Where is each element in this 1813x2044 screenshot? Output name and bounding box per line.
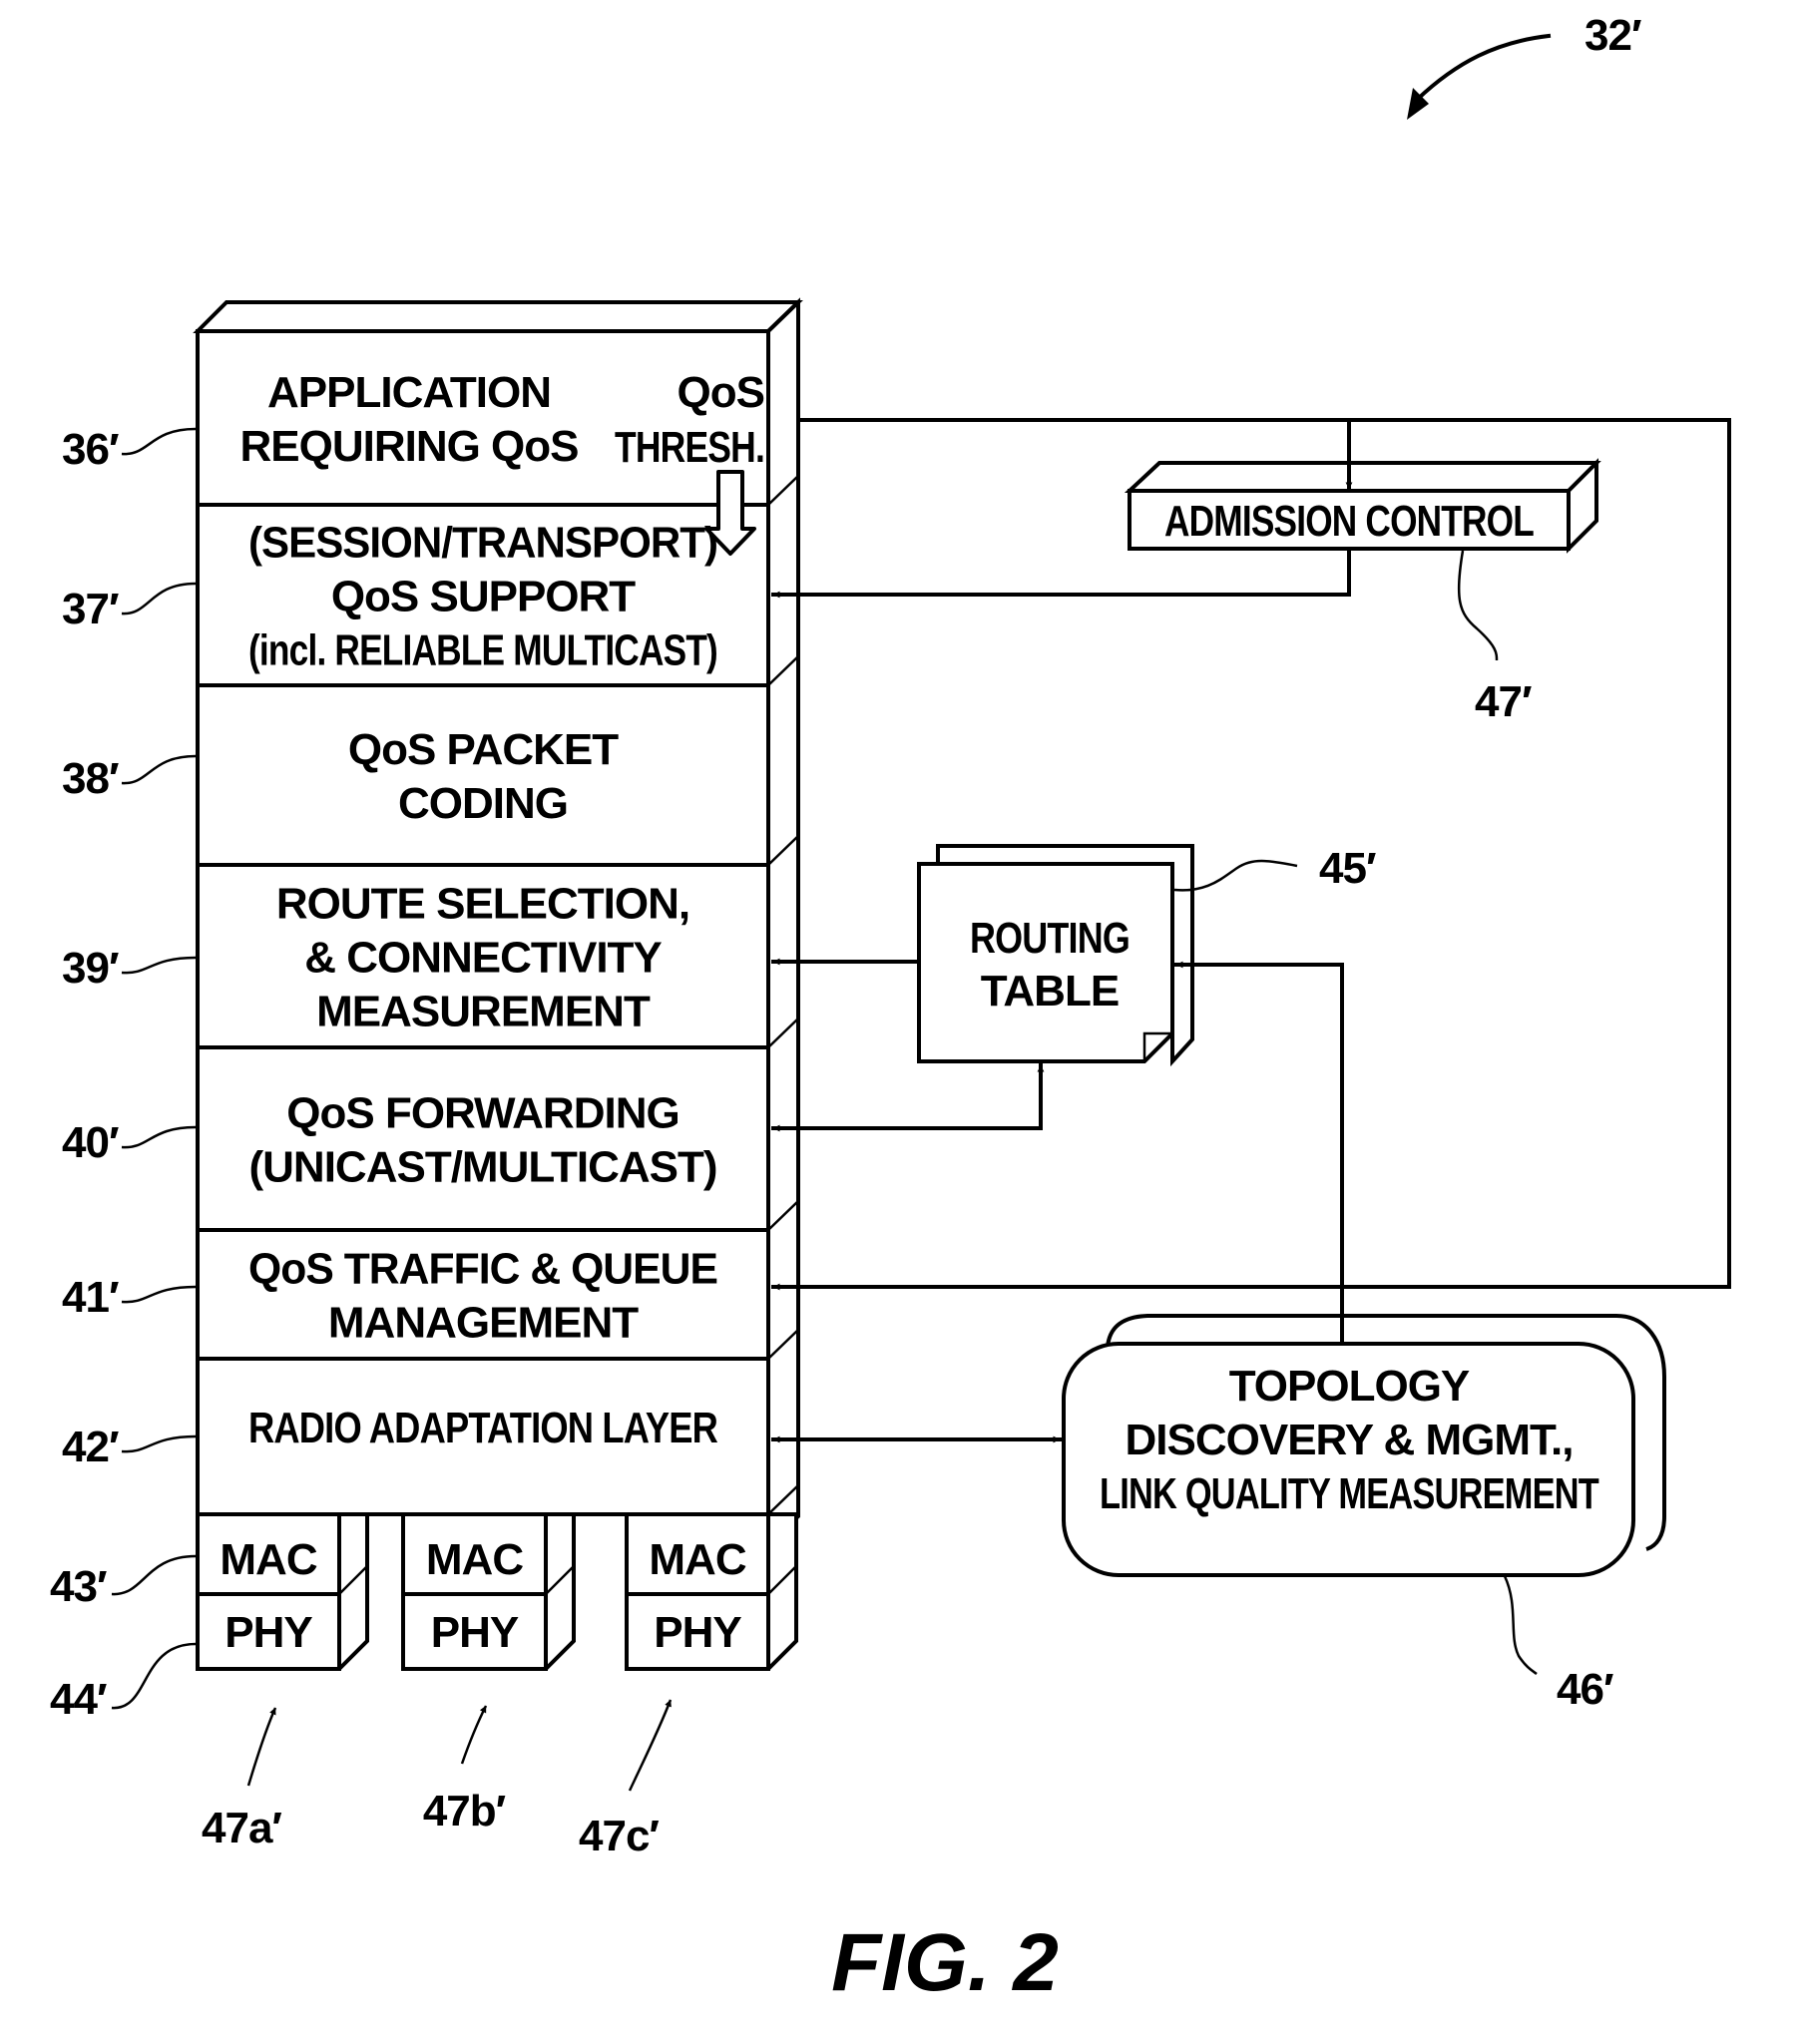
iface-c-arrow-icon [628, 1699, 673, 1792]
mac-label: MAC [220, 1535, 316, 1584]
topology-label-line-1: TOPOLOGY [1229, 1362, 1470, 1411]
layer-label-line: MANAGEMENT [328, 1299, 639, 1348]
layer-ref-label: 36′ [62, 425, 119, 474]
figure-title: FIG. 2 [831, 1917, 1059, 2008]
figure-ref-label: 32′ [1585, 11, 1641, 60]
layer-ref-label: 41′ [62, 1273, 119, 1322]
interface-ref-label: 47b′ [423, 1787, 506, 1836]
layer-ref-leader [121, 956, 197, 975]
layer-label-line: QoS SUPPORT [331, 573, 636, 621]
layer-label-line: QoS PACKET [348, 725, 619, 774]
phy-label: PHY [431, 1608, 519, 1657]
protocol-stack-diagram: 32′ APPLICATION REQUIRING QoS QoS THRESH. 36… [50, 11, 1731, 2008]
iface-a-arrow-icon [246, 1707, 277, 1787]
layer-label-line: QoS TRAFFIC & QUEUE [248, 1245, 717, 1294]
layer-label-line: MEASUREMENT [316, 988, 651, 1036]
topology-ref-label: 46′ [1557, 1665, 1613, 1714]
layer-ref-label: 40′ [62, 1118, 119, 1167]
mac-ref-leader [111, 1554, 197, 1596]
phy-label: PHY [654, 1608, 741, 1657]
figure-ref-arrow-icon [1414, 33, 1552, 103]
layer-label-line: REQUIRING QoS [239, 422, 578, 471]
mac-ref-label: 43′ [50, 1562, 107, 1611]
admission-ref-label: 47′ [1475, 677, 1532, 726]
admission-control-block[interactable]: ADMISSION CONTROL [1124, 458, 1601, 554]
layer-label-line: CODING [398, 779, 568, 828]
mac-phy-interface[interactable]: MAC PHY [401, 1512, 576, 1671]
routing-table-block[interactable]: ROUTING TABLE [917, 844, 1194, 1067]
routing-table-label-line-2: TABLE [981, 967, 1119, 1016]
layer-label-line: (incl. RELIABLE MULTICAST) [248, 626, 717, 675]
stack-side-face [766, 297, 800, 1546]
connectors [771, 418, 1731, 1443]
qos-threshold-label: THRESH. [615, 423, 764, 472]
phy-ref-label: 44′ [50, 1675, 107, 1724]
layer-ref-label: 39′ [62, 944, 119, 993]
mac-phy-interface[interactable]: MAC PHY [625, 1512, 798, 1671]
layer-label-line: ROUTE SELECTION, [276, 880, 689, 929]
layer-ref-label: 37′ [62, 585, 119, 633]
topology-label-line-2: DISCOVERY & MGMT., [1126, 1416, 1574, 1464]
routing-table-label-line-1: ROUTING [970, 914, 1130, 963]
layer-ref-leader [121, 1434, 197, 1453]
admission-to-transport-arrow [771, 547, 1351, 599]
layer-ref-leader [121, 1125, 197, 1149]
topology-ref-leader [1503, 1575, 1538, 1676]
layer-ref-label: 38′ [62, 754, 119, 803]
admission-ref-leader [1457, 550, 1499, 661]
mac-label: MAC [426, 1535, 523, 1584]
layer-ref-leader [121, 582, 197, 615]
layer-label-line: RADIO ADAPTATION LAYER [248, 1404, 717, 1452]
interface-ref-label: 47a′ [202, 1804, 281, 1852]
mac-label: MAC [649, 1535, 745, 1584]
qos-threshold-label: QoS [678, 368, 764, 417]
mac-phy-interface[interactable]: MAC PHY [196, 1512, 369, 1671]
layer-label-line: APPLICATION [267, 368, 551, 417]
layer-ref-leader [121, 427, 197, 456]
layer-label-line: QoS FORWARDING [286, 1089, 679, 1138]
layer-label-line: & CONNECTIVITY [304, 934, 662, 983]
layer-ref-leader [121, 754, 197, 785]
topology-block[interactable]: TOPOLOGY DISCOVERY & MGMT., LINK QUALITY… [1062, 1314, 1666, 1577]
interface-ref-arrows [246, 1699, 673, 1792]
stack-top-face [193, 300, 803, 333]
phy-ref-leader [111, 1642, 197, 1710]
interface-ref-label: 47c′ [579, 1812, 659, 1860]
phy-label: PHY [225, 1608, 312, 1657]
iface-b-arrow-icon [460, 1705, 488, 1765]
topology-label-line-3: LINK QUALITY MEASUREMENT [1100, 1469, 1599, 1518]
routing-table-ref-label: 45′ [1319, 844, 1376, 893]
figure-reference: 32′ [1407, 11, 1642, 120]
forwarding-routing-arrow [771, 1063, 1045, 1132]
admission-control-label: ADMISSION CONTROL [1164, 497, 1534, 546]
layer-label-line: (SESSION/TRANSPORT) [248, 519, 717, 568]
admission-top-face [1124, 461, 1601, 493]
routing-table-front-sheet [917, 862, 1174, 1063]
layer-ref-leader [121, 1285, 197, 1304]
layer-label-line: (UNICAST/MULTICAST) [249, 1143, 717, 1192]
layer-ref-label: 42′ [62, 1423, 119, 1471]
